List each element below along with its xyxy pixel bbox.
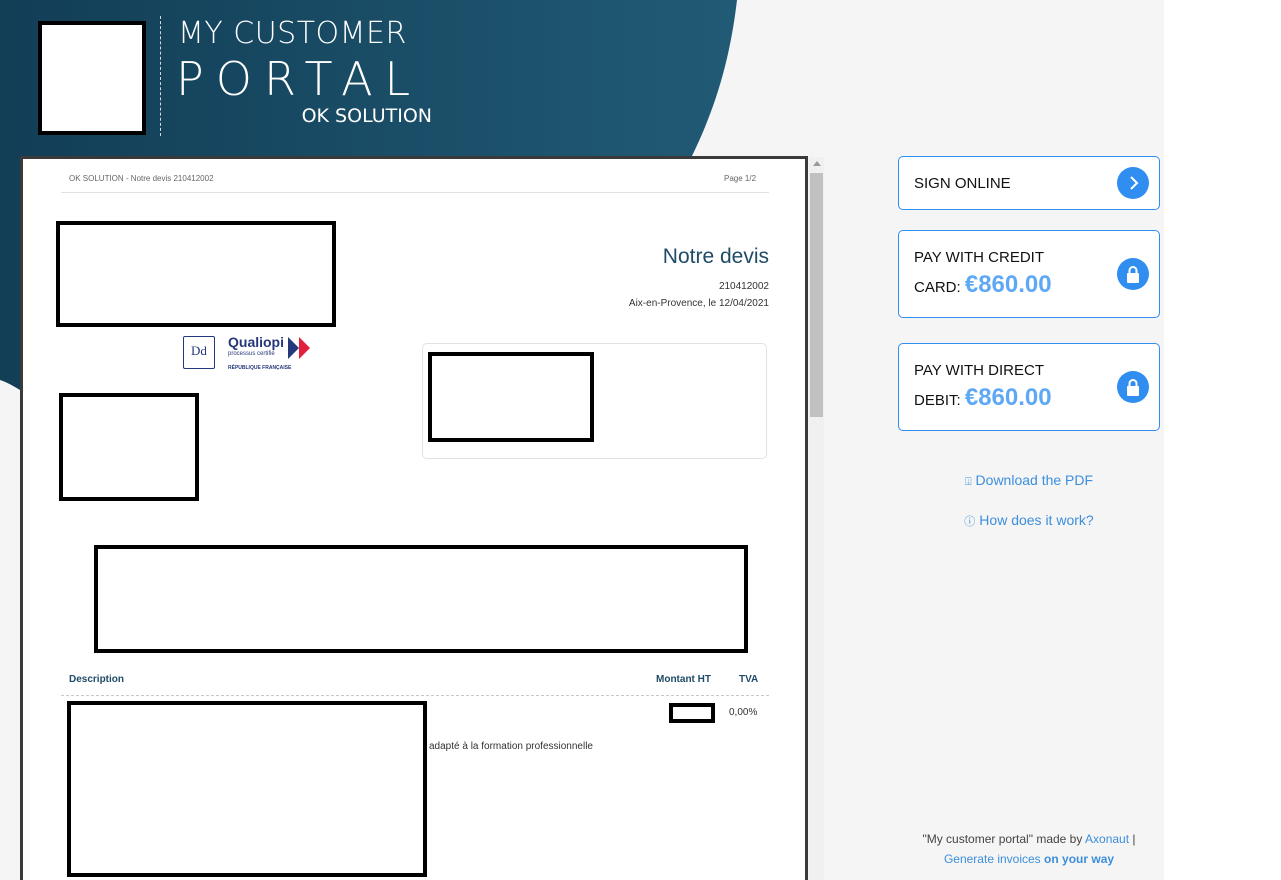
pay-credit-card-button[interactable]: PAY WITH CREDIT CARD: €860.00	[898, 230, 1160, 318]
company-logo	[38, 21, 146, 135]
header-divider	[160, 16, 161, 136]
sign-online-label: SIGN ONLINE	[914, 175, 1011, 192]
doc-page-number: Page 1/2	[724, 174, 757, 183]
footer-generate-text: Generate invoices	[943, 852, 1041, 866]
col-header-description: Description	[69, 674, 125, 685]
redacted-sender-block	[59, 393, 199, 501]
info-icon: ⓘ	[964, 516, 976, 528]
footer-generate-bold: on your way	[1044, 852, 1115, 866]
sign-online-button[interactable]: SIGN ONLINE	[898, 156, 1160, 210]
scrollbar-thumb[interactable]	[810, 173, 823, 417]
footer-generate-invoices-link[interactable]: Generate invoices on your way	[898, 852, 1160, 866]
brand-title-line1: MY CUSTOMER	[178, 16, 407, 51]
doc-place-date: Aix-en-Provence, le 12/04/2021	[628, 298, 769, 309]
line-description-text: adapté à la formation professionnelle	[429, 741, 593, 752]
lock-icon	[1117, 258, 1149, 290]
footer-made-by-text: "My customer portal" made by	[922, 832, 1083, 846]
download-pdf-link[interactable]: ⍗ Download the PDF	[898, 472, 1160, 489]
doc-title: Notre devis	[662, 245, 769, 268]
qualiopi-logo-text: Qualiopi	[228, 334, 284, 350]
pay-card-amount: €860.00	[964, 271, 1052, 298]
doc-number: 210412002	[718, 281, 769, 292]
redacted-recipient-address	[428, 352, 594, 442]
brand-title-line2: PORTAL	[176, 52, 423, 106]
pay-debit-label: PAY WITH DIRECT	[914, 362, 1045, 379]
redacted-line-description	[67, 701, 427, 877]
redacted-line-amount	[669, 703, 715, 723]
qualiopi-republique: RÉPUBLIQUE FRANÇAISE	[228, 365, 292, 371]
pay-debit-prefix: DEBIT:	[914, 392, 961, 409]
download-pdf-label: Download the PDF	[975, 472, 1094, 488]
redacted-company-logo	[56, 221, 336, 327]
pay-card-label: PAY WITH CREDIT	[914, 249, 1045, 266]
col-header-tva: TVA	[739, 674, 759, 685]
how-it-works-link[interactable]: ⓘ How does it work?	[898, 512, 1160, 529]
download-icon: ⍗	[964, 476, 972, 488]
chevron-right-icon	[1117, 167, 1149, 199]
redacted-subject-block	[94, 545, 748, 653]
doc-header-rule	[61, 192, 769, 193]
right-margin	[1164, 0, 1281, 880]
table-header-rule	[61, 695, 769, 696]
how-it-works-label: How does it work?	[979, 512, 1094, 528]
brand-company-name: OK SOLUTION	[301, 105, 432, 127]
scroll-up-arrow-icon[interactable]	[813, 161, 821, 166]
document-viewer[interactable]: OK SOLUTION - Notre devis 210412002 Page…	[20, 156, 808, 880]
pay-direct-debit-button[interactable]: PAY WITH DIRECT DEBIT: €860.00	[898, 343, 1160, 431]
pay-debit-amount: €860.00	[964, 384, 1052, 411]
axonaut-link[interactable]: Axonaut	[1085, 832, 1129, 846]
footer-made-by: "My customer portal" made by Axonaut |	[898, 832, 1160, 846]
footer-separator: |	[1132, 832, 1136, 846]
datadock-logo: Dd	[183, 336, 215, 369]
qualiopi-subtitle: processus certifié	[228, 351, 275, 357]
pay-card-prefix: CARD:	[914, 279, 961, 296]
qualiopi-arrows-icon	[288, 337, 310, 359]
lock-icon	[1117, 371, 1149, 403]
line-tva: 0,00%	[729, 707, 758, 718]
col-header-montant: Montant HT	[656, 674, 711, 685]
doc-header-title: OK SOLUTION - Notre devis 210412002	[69, 174, 214, 183]
